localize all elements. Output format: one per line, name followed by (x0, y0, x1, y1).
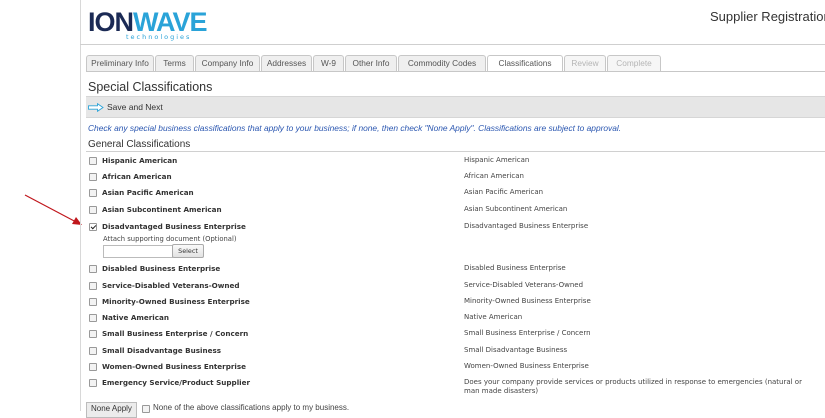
ionwave-logo: IONWAVE technologies (88, 7, 208, 41)
toolbar: Save and Next (86, 96, 825, 118)
classification-checkbox[interactable] (89, 314, 97, 322)
arrow-right-icon (88, 102, 104, 112)
classification-name: Small Business Enterprise / Concern (102, 329, 249, 338)
classification-checkbox[interactable] (89, 157, 97, 165)
classification-description: Small Disadvantage Business (464, 346, 568, 354)
subsection-divider (86, 151, 825, 152)
classification-name: African American (102, 172, 172, 181)
classification-description: Disabled Business Enterprise (464, 264, 566, 272)
classification-name: Small Disadvantage Business (102, 346, 221, 355)
registration-tabs: Preliminary Info Terms Company Info Addr… (86, 55, 662, 72)
attach-document-field[interactable] (103, 245, 173, 258)
tab-w9[interactable]: W-9 (313, 55, 344, 71)
select-file-button[interactable]: Select (172, 244, 204, 258)
classification-checkbox[interactable] (89, 347, 97, 355)
classification-description: Hispanic American (464, 156, 530, 164)
tab-commodity-codes[interactable]: Commodity Codes (398, 55, 486, 71)
classification-description: Asian Subcontinent American (464, 205, 568, 213)
attach-document-label: Attach supporting document (Optional) (103, 235, 237, 243)
none-apply-checkbox[interactable] (142, 405, 150, 413)
classification-description: Disadvantaged Business Enterprise (464, 222, 589, 230)
tab-review: Review (564, 55, 606, 71)
classification-description: Service-Disabled Veterans-Owned (464, 281, 584, 289)
classification-name: Women-Owned Business Enterprise (102, 362, 247, 371)
tab-company-info[interactable]: Company Info (195, 55, 260, 71)
classification-name: Hispanic American (102, 156, 178, 165)
none-apply-button[interactable]: None Apply (86, 402, 137, 418)
classification-description: Small Business Enterprise / Concern (464, 329, 591, 337)
classification-checkbox[interactable] (89, 282, 97, 290)
classification-checkbox[interactable] (89, 330, 97, 338)
logo-subtitle: technologies (126, 33, 192, 41)
classification-name: Emergency Service/Product Supplier (102, 378, 251, 387)
tab-addresses[interactable]: Addresses (261, 55, 312, 71)
tabs-divider (86, 71, 825, 72)
tab-other-info[interactable]: Other Info (345, 55, 397, 71)
tab-terms[interactable]: Terms (155, 55, 194, 71)
header-divider (80, 44, 825, 45)
classification-name: Native American (102, 313, 169, 322)
classification-description: Asian Pacific American (464, 188, 544, 196)
classification-checkbox[interactable] (89, 298, 97, 306)
tab-complete: Complete (607, 55, 661, 71)
page-title: Special Classifications (88, 80, 213, 94)
classification-name: Service-Disabled Veterans-Owned (102, 281, 240, 290)
classification-description: African American (464, 172, 524, 180)
page-header-title: Supplier Registration (710, 9, 825, 24)
classification-checkbox[interactable] (89, 265, 97, 273)
classification-name: Asian Pacific American (102, 188, 194, 197)
classification-checkbox[interactable] (89, 363, 97, 371)
tab-classifications[interactable]: Classifications (487, 55, 563, 72)
classification-checkbox[interactable] (89, 379, 97, 387)
classification-name: Disabled Business Enterprise (102, 264, 221, 273)
classification-checkbox[interactable] (89, 206, 97, 214)
classification-name: Minority-Owned Business Enterprise (102, 297, 250, 306)
general-classifications-heading: General Classifications (88, 139, 191, 150)
classification-description-continued: man made disasters) (464, 387, 539, 395)
classification-name: Asian Subcontinent American (102, 205, 222, 214)
classification-description: Native American (464, 313, 523, 321)
classification-description: Women-Owned Business Enterprise (464, 362, 589, 370)
save-and-next-button[interactable]: Save and Next (88, 100, 163, 114)
classification-name: Disadvantaged Business Enterprise (102, 222, 246, 231)
save-and-next-label: Save and Next (107, 102, 163, 112)
classification-checkbox-checked[interactable] (89, 223, 97, 231)
classification-checkbox[interactable] (89, 189, 97, 197)
classification-description: Minority-Owned Business Enterprise (464, 297, 591, 305)
classification-checkbox[interactable] (89, 173, 97, 181)
instructions-text: Check any special business classificatio… (88, 123, 622, 133)
tab-preliminary-info[interactable]: Preliminary Info (86, 55, 154, 71)
